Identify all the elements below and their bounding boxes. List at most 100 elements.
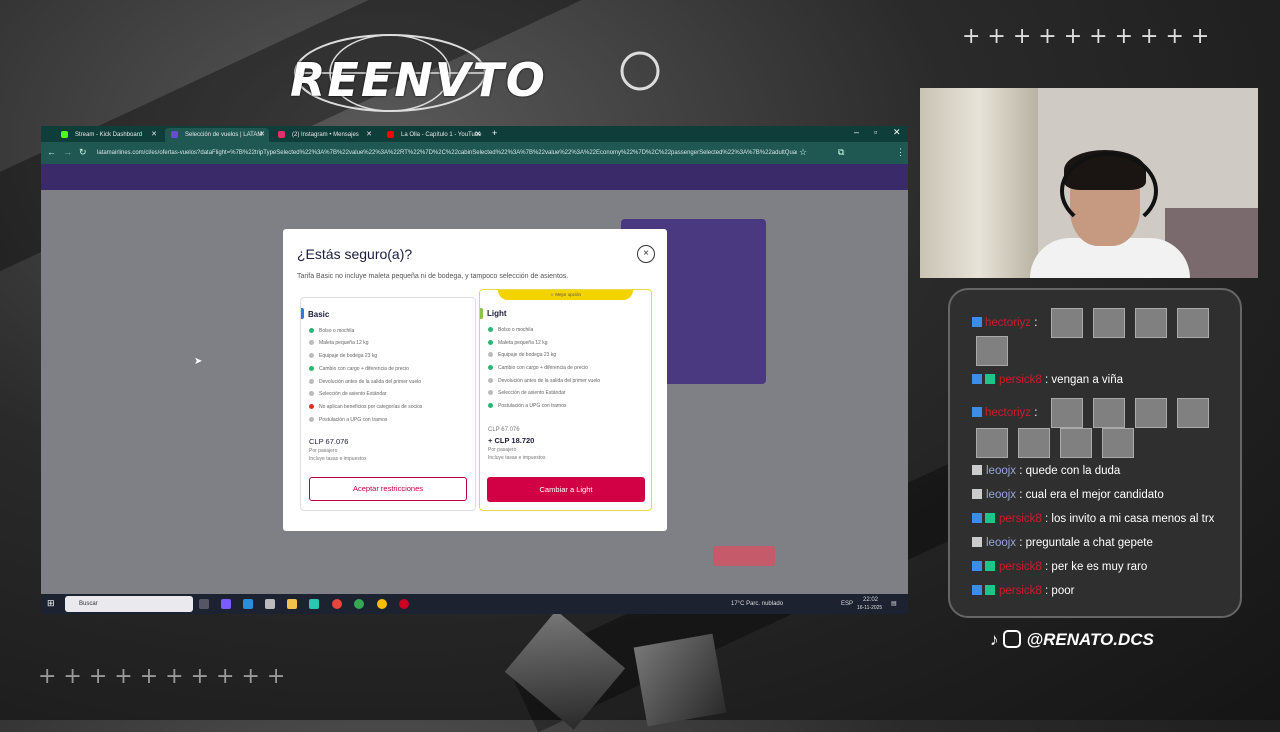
best-option-badge: ☆ Mejor opción <box>498 290 633 300</box>
feature-item: Maleta pequeña 12 kg <box>488 340 547 346</box>
check-icon <box>488 365 493 370</box>
badge-icon <box>985 513 995 523</box>
badge-icon <box>972 537 982 547</box>
chat-message <box>972 428 1134 458</box>
badge-icon <box>972 561 982 571</box>
chrome-icon[interactable] <box>354 599 364 609</box>
minus-icon <box>309 391 314 396</box>
feature-item: No aplican beneficios por categorías de … <box>309 404 422 410</box>
minus-icon <box>488 352 493 357</box>
notification-icon[interactable]: ▤ <box>891 594 897 614</box>
bookmark-star-icon[interactable]: ☆ <box>799 147 807 158</box>
language-indicator[interactable]: ESP <box>841 594 853 614</box>
close-icon[interactable]: ✕ <box>475 128 481 142</box>
close-icon[interactable]: ✕ <box>366 128 372 142</box>
badge-icon <box>985 585 995 595</box>
instagram-icon <box>1002 630 1021 648</box>
light-accent-bar <box>480 308 483 319</box>
blurred-button <box>713 546 775 566</box>
price-note: Por pasajero <box>488 447 517 453</box>
store-icon[interactable] <box>265 599 275 609</box>
tab-kick[interactable]: Stream - Kick Dashboard ✕ <box>55 128 161 142</box>
close-icon[interactable]: × <box>637 245 655 263</box>
chat-message: persick8 : vengan a viña <box>972 374 1123 386</box>
emote-icon <box>1050 308 1083 338</box>
emote-icon <box>1134 398 1167 428</box>
fare-name: Light <box>487 309 507 318</box>
tab-instagram[interactable]: (2) Instagram • Mensajes ✕ <box>272 128 376 142</box>
decorative-crystal <box>633 633 727 727</box>
close-icon[interactable]: ✕ <box>151 128 157 142</box>
emote-icon <box>1102 428 1134 458</box>
badge-icon <box>972 465 982 475</box>
chat-message: leoojx : preguntale a chat gepete <box>972 537 1153 549</box>
minus-icon <box>309 417 314 422</box>
close-window-icon[interactable]: ✕ <box>893 127 901 138</box>
chat-message: persick8 : per ke es muy raro <box>972 561 1147 573</box>
new-tab-icon[interactable]: + <box>492 128 497 138</box>
confirm-fare-dialog: ¿Estás seguro(a)? × Tarifa Basic no incl… <box>283 229 667 531</box>
dialog-subtitle: Tarifa Basic no incluye maleta pequeña n… <box>297 273 569 280</box>
windows-start-icon[interactable]: ⊞ <box>47 598 55 609</box>
edge-icon[interactable] <box>243 599 253 609</box>
feature-item: Selección de asiento Estándar <box>309 391 387 397</box>
tab-label: Stream - Kick Dashboard <box>75 132 143 138</box>
feature-item: Postulación a UPG con tramos <box>488 403 566 409</box>
check-icon <box>309 328 314 333</box>
maximize-icon[interactable]: ▫ <box>874 127 877 137</box>
chat-message: hectoriyz : <box>972 308 1209 338</box>
feature-item: Equipaje de bodega 23 kg <box>488 352 556 358</box>
emote-icon <box>1134 308 1167 338</box>
change-to-light-button[interactable]: Cambiar a Light <box>487 477 645 502</box>
badge-icon <box>972 585 982 595</box>
obs-icon[interactable] <box>399 599 409 609</box>
forward-icon[interactable]: → <box>63 147 72 157</box>
curtain <box>920 88 1038 278</box>
minus-icon <box>488 390 493 395</box>
chrome-icon[interactable] <box>377 599 387 609</box>
check-icon <box>488 340 493 345</box>
badge-icon <box>972 317 982 328</box>
feature-item: Bolso o mochila <box>309 328 354 334</box>
mouse-cursor-icon: ➤ <box>194 356 203 367</box>
light-fare-card: ☆ Mejor opción Light Bolso o mochila Mal… <box>479 289 652 511</box>
chrome-icon[interactable] <box>332 599 342 609</box>
tab-latam[interactable]: Selección de vuelos | LATAM Ai✕ <box>165 128 269 152</box>
feature-item: Devolución antes de la salida del primer… <box>309 379 421 385</box>
weather-widget[interactable]: 17°C Parc. nublado <box>731 594 783 614</box>
fare-price: CLP 67.076 <box>309 437 349 446</box>
clock-date[interactable]: 16-11-2025 <box>857 602 882 614</box>
extensions-icon[interactable]: ⧉ <box>838 147 844 158</box>
youtube-icon <box>387 131 394 138</box>
decorative-plus-row: ++++++++++ <box>962 24 1217 49</box>
badge-icon <box>985 374 995 384</box>
minus-icon <box>309 379 314 384</box>
tab-label: La Olla - Capítulo 1 - YouTube <box>401 132 482 138</box>
folder-icon[interactable] <box>287 599 297 609</box>
back-icon[interactable]: ← <box>47 147 56 157</box>
close-icon[interactable]: ✕ <box>259 128 265 142</box>
minus-icon <box>309 340 314 345</box>
tab-youtube[interactable]: La Olla - Capítulo 1 - YouTube ✕ <box>381 128 485 142</box>
kick-icon <box>61 131 68 138</box>
minus-icon <box>488 378 493 383</box>
badge-icon <box>985 561 995 571</box>
accept-restrictions-button[interactable]: Aceptar restricciones <box>309 477 467 501</box>
fare-name: Basic <box>308 310 330 319</box>
minimize-icon[interactable]: – <box>854 127 859 137</box>
menu-icon[interactable]: ⋮ <box>896 147 905 158</box>
task-view-icon[interactable] <box>199 599 209 609</box>
emote-icon <box>1176 398 1209 428</box>
copilot-icon[interactable] <box>221 599 231 609</box>
logo-text: REENVTO <box>290 53 547 107</box>
address-bar: ← → ↻ latamairlines.com/cl/es/ofertas-vu… <box>41 142 908 164</box>
check-icon <box>488 327 493 332</box>
browser-icon[interactable] <box>309 599 319 609</box>
tiktok-icon: ♪ <box>990 630 999 649</box>
search-placeholder: Buscar <box>79 601 98 607</box>
emote-icon <box>1176 308 1209 338</box>
reload-icon[interactable]: ↻ <box>79 147 87 158</box>
taskbar-search[interactable]: Buscar <box>65 596 193 612</box>
url-field[interactable]: latamairlines.com/cl/es/ofertas-vuelos?d… <box>97 146 797 160</box>
feature-item: Postulación a UPG con tramos <box>309 417 387 423</box>
